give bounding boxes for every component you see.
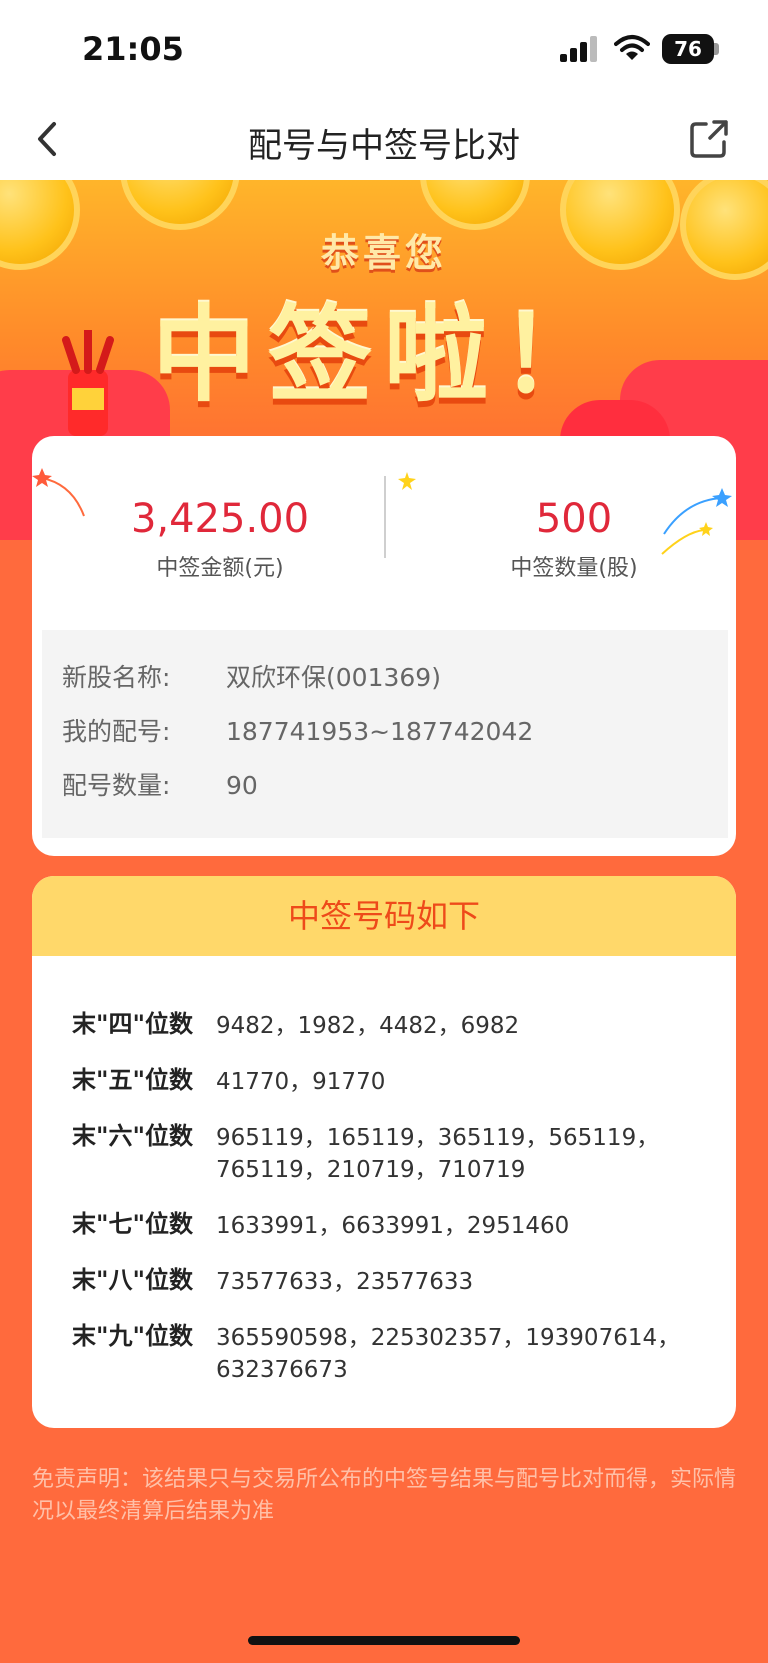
digit-label: 末"六"位数 xyxy=(72,1122,194,1150)
winning-numbers: 9482，1982，4482，6982 xyxy=(216,1013,520,1039)
allotment-count-row: 配号数量: 90 xyxy=(62,766,258,802)
ipo-name-value: 双欣环保(001369) xyxy=(226,663,441,692)
ipo-name-row: 新股名称: 双欣环保(001369) xyxy=(62,658,441,694)
winning-numbers-card: 中签号码如下 末"四"位数 9482，1982，4482，6982 末"五"位数… xyxy=(32,876,736,1428)
winning-numbers: 73577633，23577633 xyxy=(216,1269,474,1295)
allotment-range-row: 我的配号: 187741953~187742042 xyxy=(62,712,533,748)
stat-divider xyxy=(384,476,386,558)
disclaimer-text: 免责声明：该结果只与交易所公布的中签号结果与配号比对而得，实际情况以最终清算后结… xyxy=(32,1467,737,1524)
allotment-count-value: 90 xyxy=(226,771,258,800)
win-shares-label: 中签数量(股) xyxy=(510,556,638,581)
banner-subtitle: 恭喜您 xyxy=(320,231,447,275)
winning-numbers: 41770，91770 xyxy=(216,1069,386,1095)
sparkle-icon xyxy=(398,472,416,490)
digit-label: 末"九"位数 xyxy=(72,1322,194,1350)
ipo-info-box: 新股名称: 双欣环保(001369) 我的配号: 187741953~1877420… xyxy=(42,630,728,838)
cellular-signal-icon xyxy=(560,36,597,62)
allotment-range-value: 187741953~187742042 xyxy=(226,717,534,746)
result-summary-card: 3,425.00 中签金额(元) 500 中签数量(股) 新股名称: 双欣环保(0… xyxy=(32,436,736,856)
status-bar: 21:05 76 xyxy=(0,0,768,100)
win-shares-value: 500 xyxy=(535,496,613,542)
digit-label: 末"七"位数 xyxy=(72,1210,194,1238)
page-title: 配号与中签号比对 xyxy=(248,126,520,166)
allotment-count-key: 配号数量: xyxy=(62,771,171,800)
win-amount-value: 3,425.00 xyxy=(130,496,310,542)
win-shares-stat: 500 中签数量(股) xyxy=(404,496,744,582)
banner-headline: 中签啦！ xyxy=(151,294,616,416)
winning-numbers: 365590598，225302357，193907614，632376673 xyxy=(216,1325,681,1383)
ipo-name-key: 新股名称: xyxy=(62,663,171,692)
win-amount-stat: 3,425.00 中签金额(元) xyxy=(50,496,390,582)
wifi-icon xyxy=(614,35,650,60)
winning-numbers: 965119，165119，365119，565119，765119，21071… xyxy=(216,1125,660,1183)
nav-bar: 配号与中签号比对 xyxy=(0,100,768,180)
winning-numbers-header: 中签号码如下 xyxy=(32,876,736,956)
win-amount-label: 中签金额(元) xyxy=(156,556,284,581)
allotment-range-key: 我的配号: xyxy=(62,717,171,746)
digit-label: 末"四"位数 xyxy=(72,1010,194,1038)
home-indicator[interactable] xyxy=(248,1636,520,1645)
share-icon[interactable] xyxy=(684,114,734,164)
battery-icon: 76 xyxy=(662,34,714,64)
winning-numbers: 1633991，6633991，2951460 xyxy=(216,1213,570,1239)
status-time: 21:05 xyxy=(82,30,184,68)
digit-label: 末"五"位数 xyxy=(72,1066,194,1094)
battery-cap xyxy=(714,43,719,55)
digit-label: 末"八"位数 xyxy=(72,1266,194,1294)
